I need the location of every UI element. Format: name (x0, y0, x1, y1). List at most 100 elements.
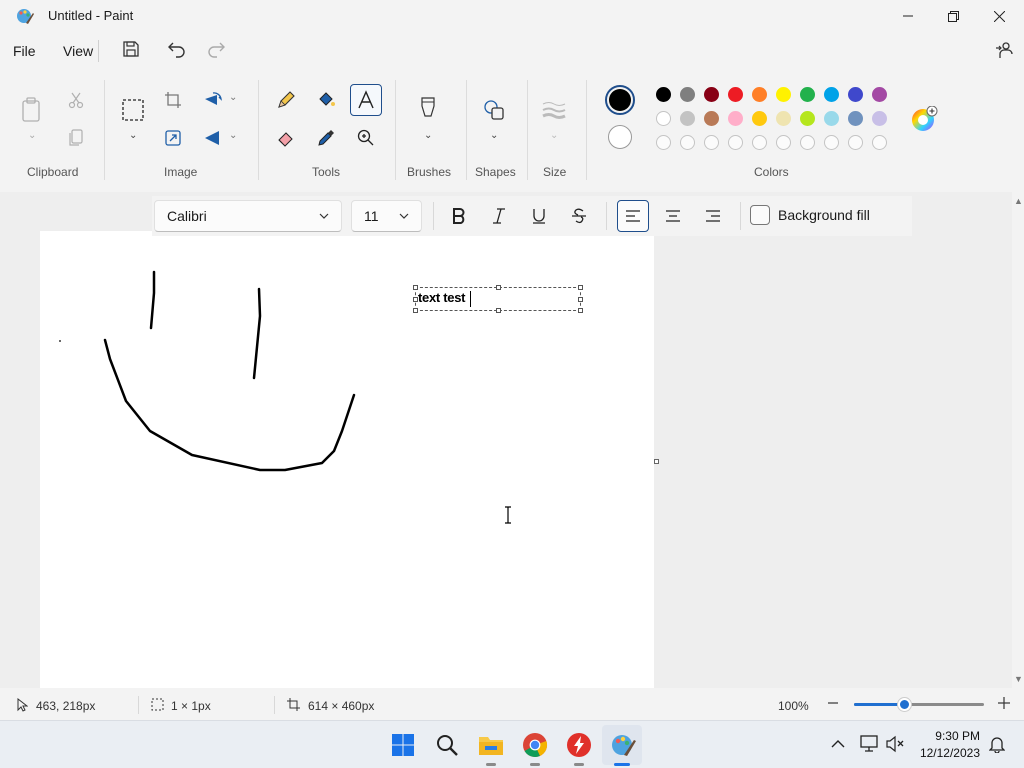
primary-color-slot[interactable] (605, 85, 635, 115)
cut-icon[interactable] (60, 84, 92, 116)
flip-icon[interactable] (197, 122, 229, 154)
redo-icon[interactable] (206, 40, 226, 63)
notification-bell-icon[interactable] (988, 735, 1006, 758)
color-swatch[interactable] (728, 111, 743, 126)
color-swatch[interactable] (776, 111, 791, 126)
menu-view[interactable]: View (63, 43, 93, 59)
fill-icon[interactable] (310, 84, 342, 116)
magnifier-icon[interactable] (350, 122, 382, 154)
resize-handle[interactable] (496, 285, 501, 290)
font-dropdown[interactable]: Calibri (154, 200, 342, 232)
edit-colors-icon[interactable] (911, 105, 939, 139)
color-swatch[interactable] (824, 111, 839, 126)
rotate-chevron-icon[interactable]: ⌄ (229, 92, 237, 103)
paste-icon[interactable] (16, 94, 48, 126)
text-box[interactable]: text test (413, 285, 583, 313)
eraser-icon[interactable] (270, 122, 302, 154)
paint-taskbar-icon[interactable] (609, 731, 637, 759)
color-swatch[interactable] (848, 87, 863, 102)
search-icon[interactable] (433, 731, 461, 759)
custom-color-slot[interactable] (800, 135, 815, 150)
color-swatch[interactable] (824, 87, 839, 102)
scroll-down-icon[interactable]: ▼ (1014, 674, 1023, 684)
background-fill-checkbox[interactable] (750, 205, 770, 225)
custom-color-slot[interactable] (776, 135, 791, 150)
color-swatch[interactable] (800, 111, 815, 126)
color-swatch[interactable] (704, 111, 719, 126)
resize-icon[interactable] (157, 122, 189, 154)
clock-date[interactable]: 12/12/2023 (910, 746, 980, 760)
secondary-color-swatch[interactable] (608, 125, 632, 149)
color-swatch[interactable] (752, 111, 767, 126)
shapes-chevron-icon[interactable]: ⌄ (490, 130, 498, 141)
align-right-button[interactable] (697, 200, 729, 232)
underline-button[interactable] (523, 200, 555, 232)
custom-color-slot[interactable] (656, 135, 671, 150)
color-swatch[interactable] (776, 87, 791, 102)
align-center-button[interactable] (657, 200, 689, 232)
strikethrough-button[interactable] (563, 200, 595, 232)
custom-color-slot[interactable] (872, 135, 887, 150)
zoom-slider[interactable] (854, 698, 984, 711)
shapes-icon[interactable] (478, 94, 510, 126)
brush-chevron-icon[interactable]: ⌄ (424, 130, 432, 141)
color-swatch[interactable] (728, 87, 743, 102)
color-swatch[interactable] (872, 111, 887, 126)
resize-handle[interactable] (578, 308, 583, 313)
canvas-resize-handle[interactable] (654, 459, 659, 464)
custom-color-slot[interactable] (848, 135, 863, 150)
zoom-in-icon[interactable] (997, 696, 1011, 713)
font-size-dropdown[interactable]: 11 (351, 200, 422, 232)
rotate-icon[interactable] (197, 84, 229, 116)
color-swatch[interactable] (656, 111, 671, 126)
select-chevron-icon[interactable]: ⌄ (129, 130, 137, 141)
menu-file[interactable]: File (13, 43, 36, 59)
resize-handle[interactable] (578, 285, 583, 290)
pencil-icon[interactable] (270, 84, 302, 116)
volume-muted-icon[interactable] (885, 735, 905, 758)
scroll-up-icon[interactable]: ▲ (1014, 196, 1023, 206)
close-button[interactable] (976, 0, 1022, 32)
color-swatch[interactable] (872, 87, 887, 102)
color-swatch[interactable] (752, 87, 767, 102)
chevron-up-icon[interactable] (831, 737, 845, 755)
italic-button[interactable] (483, 200, 515, 232)
start-icon[interactable] (389, 731, 417, 759)
color-picker-icon[interactable] (310, 122, 342, 154)
share-icon[interactable] (994, 40, 1014, 65)
undo-icon[interactable] (167, 40, 187, 63)
color-swatch[interactable] (848, 111, 863, 126)
color-swatch[interactable] (800, 87, 815, 102)
align-left-button[interactable] (617, 200, 649, 232)
color-swatch[interactable] (704, 87, 719, 102)
zoom-out-icon[interactable] (827, 696, 839, 713)
file-explorer-icon[interactable] (477, 731, 505, 759)
save-icon[interactable] (122, 40, 140, 63)
resize-handle[interactable] (413, 308, 418, 313)
custom-color-slot[interactable] (752, 135, 767, 150)
size-icon[interactable] (538, 94, 570, 126)
power-app-icon[interactable] (565, 731, 593, 759)
chrome-icon[interactable] (521, 731, 549, 759)
color-swatch[interactable] (656, 87, 671, 102)
network-icon[interactable] (860, 735, 880, 758)
custom-color-slot[interactable] (728, 135, 743, 150)
brush-icon[interactable] (412, 94, 444, 126)
custom-color-slot[interactable] (824, 135, 839, 150)
crop-icon[interactable] (157, 84, 189, 116)
minimize-button[interactable] (885, 0, 931, 32)
custom-color-slot[interactable] (680, 135, 695, 150)
resize-handle[interactable] (413, 297, 418, 302)
text-tool-icon[interactable] (350, 84, 382, 116)
color-swatch[interactable] (680, 87, 695, 102)
resize-handle[interactable] (578, 297, 583, 302)
select-icon[interactable] (117, 94, 149, 126)
clock-time[interactable]: 9:30 PM (920, 729, 980, 743)
resize-handle[interactable] (413, 285, 418, 290)
zoom-slider-thumb[interactable] (898, 698, 911, 711)
copy-icon[interactable] (60, 122, 92, 154)
restore-button[interactable] (930, 0, 976, 32)
bold-button[interactable] (443, 200, 475, 232)
resize-handle[interactable] (496, 308, 501, 313)
zoom-level[interactable]: 100% (778, 699, 809, 713)
